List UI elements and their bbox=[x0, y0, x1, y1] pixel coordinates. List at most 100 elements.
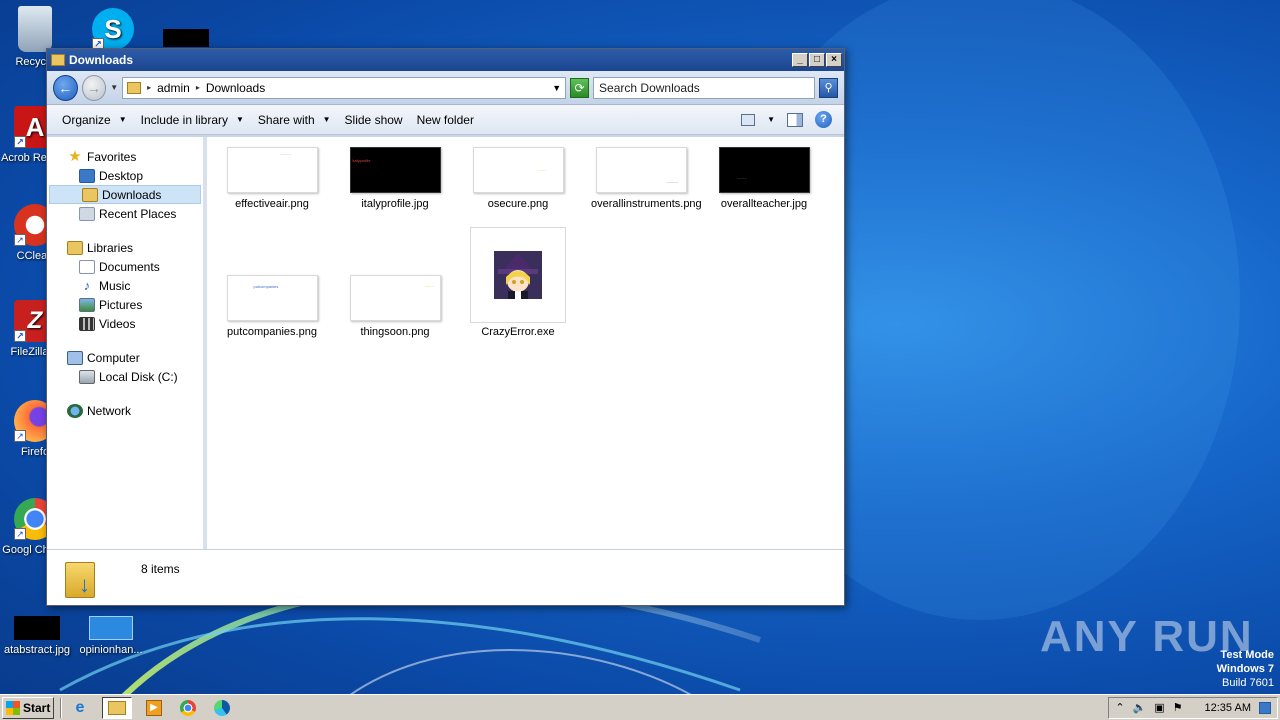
nav-item-network[interactable]: Network bbox=[47, 401, 203, 420]
slide-show-button[interactable]: Slide show bbox=[338, 113, 410, 127]
file-item[interactable]: ~~~~~ effectiveair.png bbox=[222, 147, 322, 211]
forward-button[interactable]: → bbox=[81, 74, 107, 101]
file-item[interactable]: ~~~~ overallteacher.jpg bbox=[714, 147, 814, 211]
image-file-icon bbox=[14, 616, 60, 640]
os-label: Windows 7 bbox=[1216, 663, 1274, 675]
window-body: ★ Favorites Desktop Downloads Recent Plac… bbox=[47, 137, 844, 551]
search-input[interactable] bbox=[599, 80, 800, 95]
action-center-flag-icon[interactable]: ⚑ bbox=[1173, 701, 1183, 714]
file-name: effectiveair.png bbox=[235, 198, 309, 210]
change-view-icon[interactable] bbox=[741, 113, 756, 126]
nav-label: Downloads bbox=[102, 187, 162, 202]
file-name: italyprofile.jpg bbox=[361, 198, 429, 210]
image-thumbnail: ~~~~~ bbox=[595, 147, 687, 193]
nav-item-libraries[interactable]: Libraries bbox=[47, 238, 203, 257]
taskbar-chrome[interactable] bbox=[176, 697, 200, 719]
file-name: osecure.png bbox=[487, 198, 549, 210]
shortcut-arrow-icon: ↗ bbox=[14, 528, 26, 540]
desktop-icon-label: atabstract.jpg bbox=[3, 644, 71, 656]
thumbnail-text: putcompanies bbox=[253, 284, 279, 289]
nav-item-computer[interactable]: Computer bbox=[47, 348, 203, 367]
chevron-right-icon[interactable]: ▸ bbox=[147, 83, 151, 92]
folder-icon bbox=[108, 700, 126, 715]
nav-item-videos[interactable]: Videos bbox=[47, 314, 203, 333]
network-icon[interactable]: ▣ bbox=[1154, 701, 1164, 714]
new-folder-label: New folder bbox=[416, 112, 474, 127]
help-icon[interactable]: ? bbox=[815, 111, 832, 128]
taskbar-explorer[interactable] bbox=[102, 696, 132, 719]
file-item[interactable]: ~~~~~ overallinstruments.png bbox=[591, 147, 702, 211]
file-item[interactable]: putcompanies putcompanies.png bbox=[222, 275, 322, 339]
nav-item-desktop[interactable]: Desktop bbox=[47, 166, 203, 185]
test-mode-label: Test Mode bbox=[1220, 649, 1274, 661]
image-thumbnail: putcompanies bbox=[226, 275, 318, 321]
image-thumbnail: ~~~~ bbox=[718, 147, 810, 193]
address-bar-row: ← → ▼ ▸ admin ▸ Downloads ▼ ⟳ ⚲ bbox=[47, 71, 844, 105]
chevron-down-icon[interactable]: ▼ bbox=[767, 115, 775, 124]
chevron-right-icon[interactable]: ▸ bbox=[196, 83, 200, 92]
recent-pages-dropdown-icon[interactable]: ▼ bbox=[110, 83, 118, 92]
window-titlebar[interactable]: Downloads _ □ × bbox=[47, 49, 844, 71]
nav-label: Desktop bbox=[99, 168, 144, 183]
start-label: Start bbox=[23, 700, 51, 715]
taskbar-edge[interactable] bbox=[210, 697, 234, 719]
nav-item-pictures[interactable]: Pictures bbox=[47, 295, 203, 314]
desktop-icon-opinionhan[interactable]: opinionhan... bbox=[76, 616, 146, 657]
taskbar-separator bbox=[60, 697, 62, 718]
organize-menu[interactable]: Organize ▼ bbox=[55, 113, 134, 127]
details-pane: ↓ 8 items bbox=[47, 549, 844, 605]
taskbar-media-player[interactable]: ▶ bbox=[142, 697, 166, 719]
media-player-icon: ▶ bbox=[146, 699, 162, 716]
nav-label: Recent Places bbox=[99, 206, 177, 221]
breadcrumb[interactable]: ▸ admin ▸ Downloads ▼ bbox=[122, 76, 567, 99]
back-button[interactable]: ← bbox=[53, 74, 78, 101]
item-count: 8 items bbox=[141, 562, 180, 576]
file-item[interactable]: CrazyError.exe bbox=[468, 227, 568, 339]
computer-icon bbox=[67, 350, 83, 365]
breadcrumb-item-downloads[interactable]: Downloads bbox=[206, 81, 265, 95]
windows-logo-icon bbox=[6, 700, 20, 715]
nav-item-documents[interactable]: Documents bbox=[47, 257, 203, 276]
start-button[interactable]: Start bbox=[2, 696, 54, 719]
show-desktop-icon[interactable] bbox=[1259, 701, 1271, 714]
shortcut-arrow-icon: ↗ bbox=[14, 430, 26, 442]
navigation-pane: ★ Favorites Desktop Downloads Recent Plac… bbox=[47, 137, 207, 551]
chevron-down-icon[interactable]: ▼ bbox=[552, 83, 561, 93]
include-in-library-menu[interactable]: Include in library ▼ bbox=[134, 113, 251, 127]
share-with-menu[interactable]: Share with ▼ bbox=[251, 113, 338, 127]
search-box[interactable] bbox=[593, 76, 816, 99]
minimize-button[interactable]: _ bbox=[792, 53, 808, 67]
taskbar-internet-explorer[interactable]: e bbox=[68, 697, 92, 719]
exe-thumbnail-frame bbox=[470, 227, 566, 323]
preview-pane-icon[interactable] bbox=[787, 112, 803, 127]
nav-item-local-disk[interactable]: Local Disk (C:) bbox=[47, 367, 203, 386]
file-item[interactable]: ~~~~ thingsoon.png bbox=[345, 275, 445, 339]
libraries-icon bbox=[67, 240, 83, 255]
desktop-icon-atabstract[interactable]: atabstract.jpg bbox=[0, 616, 74, 657]
file-item[interactable]: ~~~~ osecure.png bbox=[468, 147, 568, 211]
breadcrumb-item-admin[interactable]: admin bbox=[157, 81, 190, 95]
file-item[interactable]: italyprofile italyprofile.jpg bbox=[345, 147, 445, 211]
desktop-icon-black-file[interactable] bbox=[163, 29, 209, 47]
nav-item-downloads[interactable]: Downloads bbox=[49, 185, 201, 204]
show-hidden-icons-icon[interactable]: ⌃ bbox=[1115, 701, 1124, 714]
pictures-icon bbox=[79, 297, 95, 312]
close-button[interactable]: × bbox=[826, 53, 842, 67]
nav-label: Documents bbox=[99, 259, 160, 274]
nav-item-favorites[interactable]: ★ Favorites bbox=[47, 147, 203, 166]
clock[interactable]: 12:35 AM bbox=[1205, 702, 1251, 714]
share-with-label: Share with bbox=[257, 112, 315, 127]
test-mode-notice: Test Mode Windows 7 Build 7601 bbox=[1217, 648, 1274, 690]
folder-icon bbox=[51, 54, 65, 66]
nav-item-recent-places[interactable]: Recent Places bbox=[47, 204, 203, 223]
command-bar: Organize ▼ Include in library ▼ Share with… bbox=[47, 105, 844, 135]
refresh-button[interactable]: ⟳ bbox=[570, 77, 590, 98]
image-thumbnail: ~~~~ bbox=[472, 147, 564, 193]
search-icon[interactable]: ⚲ bbox=[819, 77, 838, 98]
folder-icon bbox=[127, 81, 142, 94]
nav-item-music[interactable]: ♪ Music bbox=[47, 276, 203, 295]
volume-icon[interactable]: 🔈 bbox=[1133, 701, 1147, 714]
chrome-icon bbox=[180, 699, 196, 716]
maximize-button[interactable]: □ bbox=[809, 53, 825, 67]
new-folder-button[interactable]: New folder bbox=[410, 113, 481, 127]
